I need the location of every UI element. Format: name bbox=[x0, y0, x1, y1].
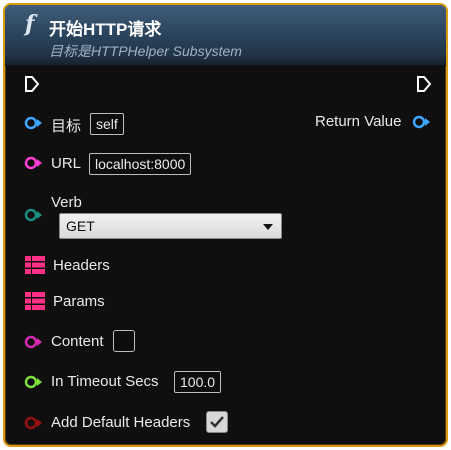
verb-dropdown[interactable]: GET bbox=[59, 213, 282, 239]
return-value-pin-icon[interactable] bbox=[412, 115, 432, 134]
content-label: Content bbox=[51, 333, 104, 350]
exec-out-pin-icon[interactable] bbox=[416, 75, 432, 98]
verb-pin-icon[interactable] bbox=[24, 208, 44, 227]
params-map-grid-icon[interactable] bbox=[25, 292, 45, 315]
target-label: 目标 bbox=[51, 118, 82, 135]
timeout-field[interactable]: 100.0 bbox=[174, 371, 222, 393]
timeout-label: In Timeout Secs bbox=[51, 373, 159, 390]
url-label: URL bbox=[51, 155, 82, 172]
checkmark-icon bbox=[210, 416, 224, 428]
headers-label: Headers bbox=[53, 257, 110, 274]
verb-selected-value: GET bbox=[66, 218, 95, 234]
return-value-label: Return Value bbox=[315, 113, 402, 130]
content-checkbox[interactable] bbox=[113, 330, 135, 352]
target-field[interactable]: self bbox=[90, 113, 124, 135]
timeout-pin-icon[interactable] bbox=[24, 375, 44, 394]
url-pin-icon[interactable] bbox=[24, 156, 44, 175]
chevron-down-icon bbox=[263, 224, 273, 230]
node-subtitle: 目标是HTTPHelper Subsystem bbox=[49, 43, 242, 59]
headers-map-grid-icon[interactable] bbox=[25, 256, 45, 279]
node-title: 开始HTTP请求 bbox=[49, 20, 162, 39]
content-pin-icon[interactable] bbox=[24, 335, 44, 354]
params-label: Params bbox=[53, 293, 105, 310]
target-pin-icon[interactable] bbox=[24, 116, 44, 135]
function-icon: f bbox=[25, 11, 35, 37]
add-default-headers-checkbox[interactable] bbox=[206, 411, 228, 433]
node-header[interactable]: f 开始HTTP请求 目标是HTTPHelper Subsystem bbox=[5, 5, 446, 66]
exec-in-pin-icon[interactable] bbox=[24, 75, 40, 98]
verb-label: Verb bbox=[51, 194, 82, 211]
add-default-headers-pin-icon[interactable] bbox=[24, 416, 44, 435]
add-default-headers-label: Add Default Headers bbox=[51, 414, 191, 431]
url-field[interactable]: localhost:8000 bbox=[89, 153, 192, 175]
blueprint-node[interactable]: f 开始HTTP请求 目标是HTTPHelper Subsystem 目标 se… bbox=[3, 3, 448, 447]
